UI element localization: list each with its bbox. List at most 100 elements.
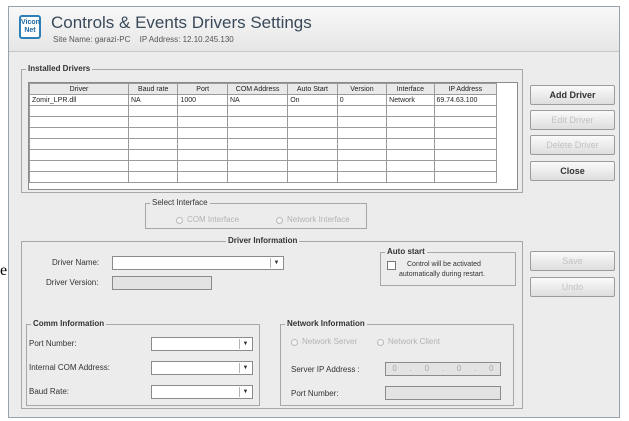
table-cell: Network xyxy=(386,94,435,106)
column-header[interactable]: Version xyxy=(336,83,388,95)
table-cell xyxy=(386,138,435,150)
ip-octet-1: 0 xyxy=(392,364,397,373)
settings-window: Vicon Net Controls & Events Drivers Sett… xyxy=(8,6,620,418)
network-client-radio[interactable] xyxy=(377,339,384,346)
table-cell xyxy=(177,171,228,183)
comm-information-group: Comm Information Port Number: ▼ Internal… xyxy=(26,319,260,406)
table-cell xyxy=(29,138,129,150)
network-client-label: Network Client xyxy=(388,337,441,346)
save-button[interactable]: Save xyxy=(530,251,615,271)
table-cell xyxy=(29,149,129,161)
installed-drivers-legend: Installed Drivers xyxy=(26,64,93,73)
driver-version-label: Driver Version: xyxy=(46,278,99,287)
ip-octet-3: 0 xyxy=(456,364,462,373)
table-cell xyxy=(433,116,498,128)
table-cell xyxy=(127,116,179,128)
table-cell xyxy=(433,171,498,183)
comm-information-legend: Comm Information xyxy=(31,319,107,328)
page-title: Controls & Events Drivers Settings xyxy=(51,13,312,32)
column-header[interactable]: COM Address xyxy=(226,83,289,95)
column-header[interactable]: Port xyxy=(177,83,228,95)
table-cell xyxy=(29,160,129,172)
app-logo: Vicon Net xyxy=(19,15,41,39)
auto-start-text-1: Control will be activated xyxy=(407,261,481,268)
network-server-radio[interactable] xyxy=(291,339,298,346)
internal-com-address-dropdown[interactable]: ▼ xyxy=(151,361,253,375)
undo-button[interactable]: Undo xyxy=(530,277,615,297)
server-ip-address-field[interactable]: 0. 0. 0. 0 xyxy=(385,362,501,376)
table-cell xyxy=(29,105,129,117)
table-cell xyxy=(287,149,338,161)
table-cell xyxy=(226,127,289,139)
auto-start-checkbox[interactable] xyxy=(387,261,396,270)
network-interface-radio[interactable] xyxy=(276,217,283,224)
port-number-label: Port Number: xyxy=(29,339,77,348)
table-cell xyxy=(226,171,289,183)
network-port-number-field[interactable] xyxy=(385,386,501,400)
drivers-table-container[interactable]: Driver Baud rate Port COM Address Auto Start… xyxy=(28,82,518,190)
column-header[interactable]: Auto Start xyxy=(287,83,338,95)
edit-driver-button[interactable]: Edit Driver xyxy=(530,110,615,130)
table-cell xyxy=(177,149,228,161)
table-cell xyxy=(336,127,388,139)
driver-version-field xyxy=(112,276,212,290)
select-interface-group: Select Interface COM Interface Network I… xyxy=(145,198,367,229)
port-number-dropdown[interactable]: ▼ xyxy=(151,337,253,351)
table-row[interactable] xyxy=(29,138,498,150)
select-interface-legend: Select Interface xyxy=(150,198,210,207)
table-cell xyxy=(386,149,435,161)
column-header[interactable]: IP Address xyxy=(433,83,498,95)
table-cell xyxy=(177,105,228,117)
chevron-down-icon: ▼ xyxy=(239,339,251,349)
table-cell: NA xyxy=(127,94,179,106)
table-row[interactable] xyxy=(29,127,498,139)
table-cell xyxy=(287,160,338,172)
delete-driver-button[interactable]: Delete Driver xyxy=(530,135,615,155)
baud-rate-dropdown[interactable]: ▼ xyxy=(151,385,253,399)
table-cell xyxy=(177,116,228,128)
table-cell xyxy=(336,160,388,172)
table-row[interactable] xyxy=(29,171,498,183)
table-row[interactable] xyxy=(29,116,498,128)
table-cell xyxy=(386,105,435,117)
column-header[interactable]: Driver xyxy=(29,83,129,95)
close-button[interactable]: Close xyxy=(530,161,615,181)
driver-information-legend: Driver Information xyxy=(226,236,300,245)
column-header[interactable]: Baud rate xyxy=(127,83,179,95)
network-interface-label: Network Interface xyxy=(287,215,350,224)
table-cell xyxy=(127,138,179,150)
chevron-down-icon: ▼ xyxy=(239,363,251,373)
table-cell xyxy=(127,171,179,183)
table-row[interactable]: Zomir_LPR.dll NA 1000 NA On 0 Network 69.74.63.… xyxy=(29,94,498,106)
baud-rate-label: Baud Rate: xyxy=(29,387,70,396)
table-cell xyxy=(287,171,338,183)
internal-com-address-label: Internal COM Address: xyxy=(29,363,110,372)
ip-octet-2: 0 xyxy=(424,364,430,373)
server-ip-address-label: Server IP Address : xyxy=(291,365,360,374)
table-cell xyxy=(433,127,498,139)
com-interface-label: COM Interface xyxy=(187,215,240,224)
table-cell xyxy=(226,138,289,150)
driver-name-dropdown[interactable]: ▼ xyxy=(112,256,284,270)
installed-drivers-group: Installed Drivers Driver Baud rate Port COM… xyxy=(21,64,523,193)
table-cell xyxy=(127,149,179,161)
add-driver-button[interactable]: Add Driver xyxy=(530,85,615,105)
network-information-legend: Network Information xyxy=(285,319,367,328)
table-cell: 0 xyxy=(336,94,388,106)
site-ip-address: IP Address: 12.10.245.130 xyxy=(139,35,234,44)
table-row[interactable] xyxy=(29,149,498,161)
table-cell xyxy=(226,116,289,128)
table-row[interactable] xyxy=(29,160,498,172)
table-cell xyxy=(287,138,338,150)
table-cell xyxy=(433,138,498,150)
table-cell xyxy=(29,171,129,183)
column-header[interactable]: Interface xyxy=(386,83,435,95)
com-interface-radio[interactable] xyxy=(176,217,183,224)
table-cell xyxy=(336,149,388,161)
drivers-table: Driver Baud rate Port COM Address Auto Start… xyxy=(29,83,498,183)
table-row[interactable] xyxy=(29,105,498,117)
table-cell xyxy=(336,171,388,183)
table-cell: 1000 xyxy=(177,94,228,106)
table-cell xyxy=(433,149,498,161)
table-cell xyxy=(127,127,179,139)
